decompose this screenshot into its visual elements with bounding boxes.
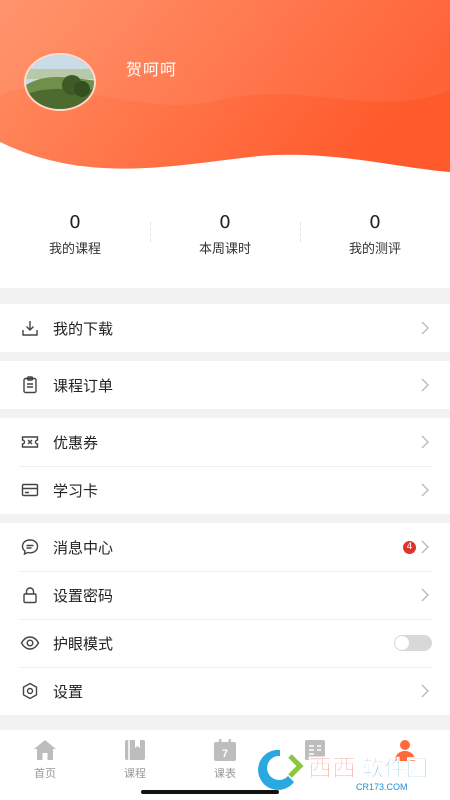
chevron-right-icon bbox=[421, 321, 429, 335]
menu-item-label: 设置密码 bbox=[53, 586, 114, 605]
stat-value: 0 bbox=[69, 212, 81, 233]
svg-text:西西: 西西 bbox=[308, 754, 356, 782]
stat-label: 我的课程 bbox=[48, 242, 101, 257]
username[interactable]: 贺呵呵 bbox=[126, 56, 177, 80]
svg-text:CR173.COM: CR173.COM bbox=[356, 782, 408, 792]
chevron-right-icon bbox=[421, 588, 429, 602]
chevron-right-icon bbox=[421, 540, 429, 554]
download-icon bbox=[19, 317, 41, 339]
tab-label: 课程 bbox=[124, 767, 146, 780]
calendar-icon: 7 bbox=[214, 739, 236, 761]
menu-group-downloads: 我的下载 bbox=[0, 304, 450, 352]
menu-group-orders: 课程订单 bbox=[0, 361, 450, 409]
toggle-knob bbox=[395, 636, 409, 650]
card-icon bbox=[19, 479, 41, 501]
stat-label: 我的测评 bbox=[348, 242, 401, 257]
tab-label: 课表 bbox=[214, 767, 236, 780]
clipboard-icon bbox=[19, 374, 41, 396]
stat-my-assessments[interactable]: 0 我的测评 bbox=[300, 200, 450, 288]
watermark-graphic: 西西 软件园 CR173.COM bbox=[258, 749, 428, 792]
tab-label: 首页 bbox=[34, 767, 56, 780]
menu-item-label: 消息中心 bbox=[53, 538, 114, 557]
stat-value: 0 bbox=[219, 212, 231, 233]
menu-item-label: 设置 bbox=[53, 682, 84, 701]
chevron-right-icon bbox=[421, 684, 429, 698]
svg-text:软件园: 软件园 bbox=[362, 756, 428, 782]
menu-group-settings: 消息中心 4 设置密码 护眼模式 设置 bbox=[0, 523, 450, 715]
menu-item-downloads[interactable]: 我的下载 bbox=[0, 304, 450, 352]
watermark-logo: 西西 软件园 CR173.COM bbox=[250, 742, 450, 794]
eye-icon bbox=[19, 632, 41, 654]
coupon-icon bbox=[19, 431, 41, 453]
chevron-right-icon bbox=[421, 435, 429, 449]
menu-item-messages[interactable]: 消息中心 4 bbox=[0, 523, 450, 571]
lock-icon bbox=[19, 584, 41, 606]
menu-item-label: 课程订单 bbox=[53, 376, 114, 395]
menu-item-settings[interactable]: 设置 bbox=[0, 667, 450, 715]
tab-home[interactable]: 首页 bbox=[0, 730, 90, 800]
chevron-right-icon bbox=[421, 483, 429, 497]
avatar[interactable] bbox=[24, 53, 96, 111]
menu-group-wallet: 优惠券 学习卡 bbox=[0, 418, 450, 514]
menu-item-set-password[interactable]: 设置密码 bbox=[0, 571, 450, 619]
stat-weekly-hours[interactable]: 0 本周课时 bbox=[150, 200, 300, 288]
chevron-right-icon bbox=[421, 378, 429, 392]
menu-item-coupons[interactable]: 优惠券 bbox=[0, 418, 450, 466]
message-icon bbox=[19, 536, 41, 558]
menu-item-orders[interactable]: 课程订单 bbox=[0, 361, 450, 409]
menu-item-label: 学习卡 bbox=[53, 481, 99, 500]
stat-my-courses[interactable]: 0 我的课程 bbox=[0, 200, 150, 288]
stat-label: 本周课时 bbox=[198, 242, 251, 257]
menu-item-study-card[interactable]: 学习卡 bbox=[0, 466, 450, 514]
home-indicator bbox=[141, 790, 279, 794]
home-icon bbox=[34, 740, 56, 760]
stats-bar: 0 我的课程 0 本周课时 0 我的测评 bbox=[0, 200, 450, 288]
calendar-day: 7 bbox=[222, 748, 228, 760]
menu-item-label: 护眼模式 bbox=[53, 634, 114, 653]
profile-header: 贺呵呵 bbox=[0, 0, 450, 200]
unread-badge: 4 bbox=[403, 540, 416, 554]
eye-mode-toggle[interactable] bbox=[394, 635, 432, 651]
stat-value: 0 bbox=[369, 212, 381, 233]
menu-item-label: 我的下载 bbox=[53, 319, 114, 338]
menu-item-label: 优惠券 bbox=[53, 433, 99, 452]
menu-item-eye-mode: 护眼模式 bbox=[0, 619, 450, 667]
hexagon-settings-icon bbox=[19, 680, 41, 702]
book-icon bbox=[125, 740, 145, 760]
